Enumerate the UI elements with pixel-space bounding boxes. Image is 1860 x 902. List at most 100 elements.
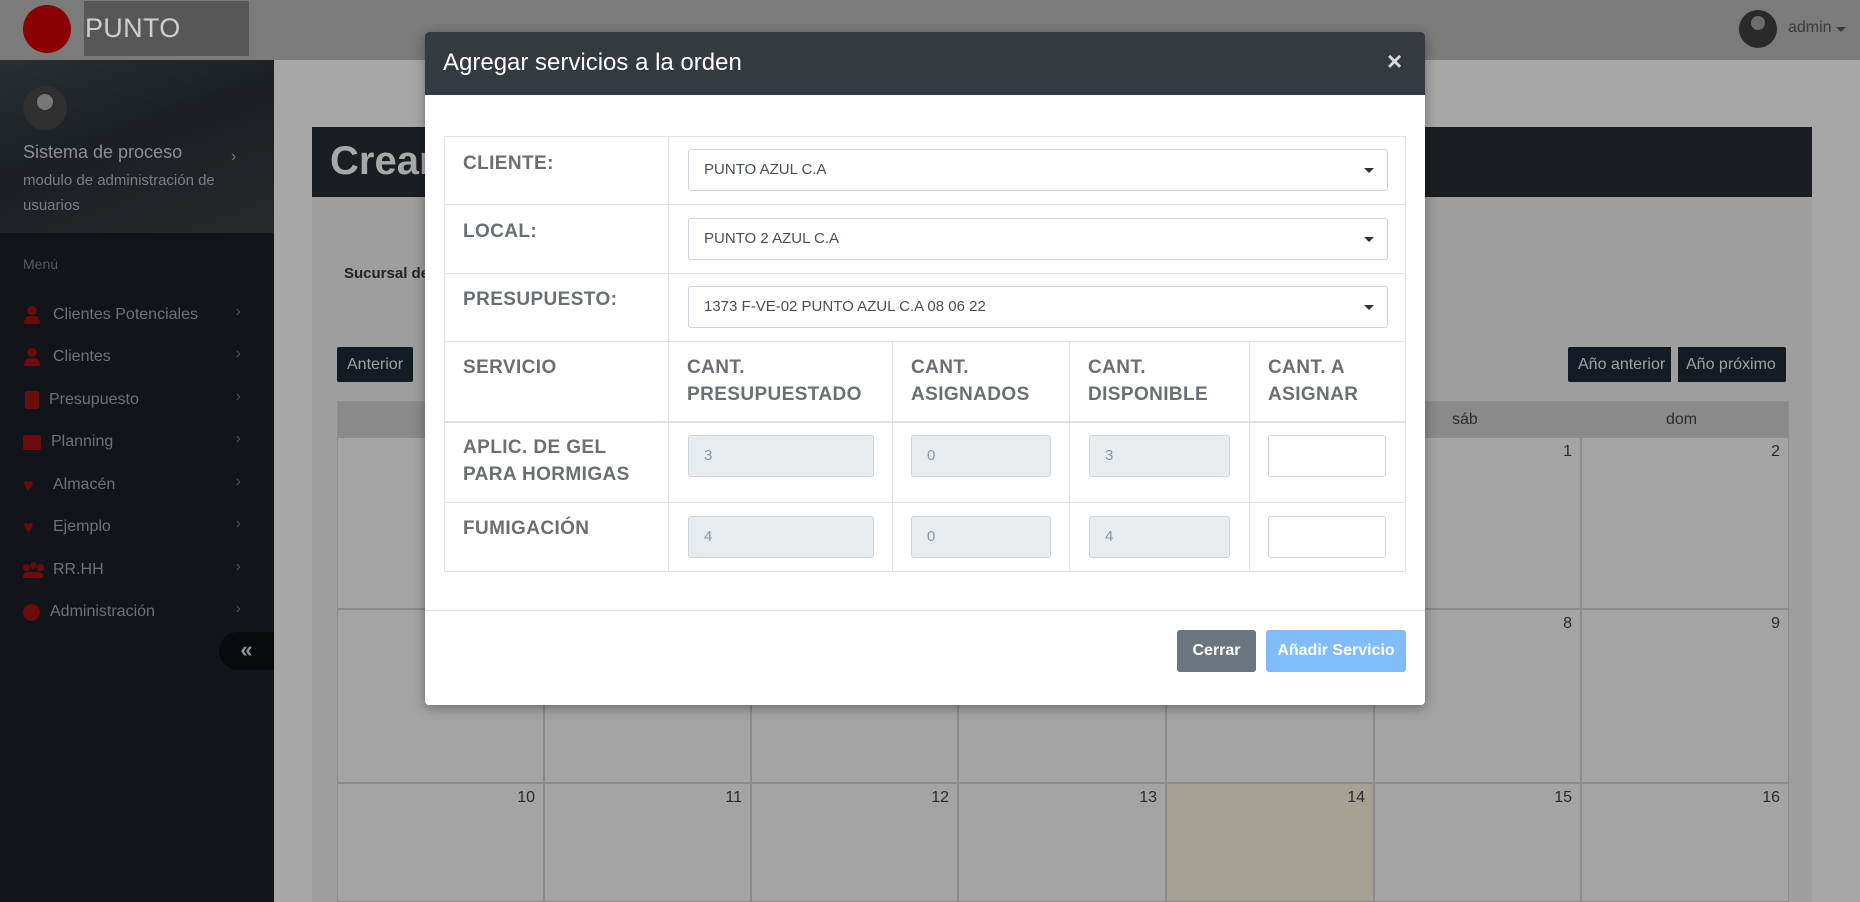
presupuesto-label: PRESUPUESTO:: [463, 289, 618, 310]
modal-footer-divider: [425, 610, 1425, 611]
cliente-label: CLIENTE:: [463, 153, 554, 174]
calendar-day-cell[interactable]: 2: [1581, 437, 1789, 609]
cant-a-asignar-input[interactable]: [1268, 516, 1386, 558]
calendar-day-cell[interactable]: 16: [1581, 783, 1789, 902]
chevron-right-icon: ›: [235, 515, 241, 532]
cant-a-asignar-input[interactable]: [1268, 435, 1386, 477]
chevron-right-icon: ›: [235, 600, 241, 617]
sidebar-item-label: Ejemplo: [53, 518, 111, 535]
next-year-button[interactable]: Año próximo: [1678, 347, 1786, 382]
add-services-modal: Agregar servicios a la orden × CLIENTE: …: [425, 32, 1425, 705]
sidebar-profile-header: Sistema de proceso › modulo de administr…: [0, 60, 274, 233]
chevron-right-icon: ›: [235, 303, 241, 320]
local-label: LOCAL:: [463, 221, 538, 242]
weekday-header: sáb: [1452, 411, 1478, 428]
cant-disponible-field: 3: [1089, 435, 1230, 477]
close-button[interactable]: Cerrar: [1177, 630, 1256, 672]
sidebar-item-label: Presupuesto: [49, 391, 139, 408]
column-header-cant-a-asignar: CANT. A ASIGNAR: [1268, 357, 1359, 405]
day-number: 9: [1771, 615, 1780, 632]
cant-asignados-field: 0: [911, 435, 1051, 477]
user-icon: [23, 306, 43, 324]
calendar-day-cell[interactable]: 13: [958, 783, 1166, 902]
calculator-icon: [25, 391, 39, 409]
chevron-right-icon[interactable]: ›: [231, 148, 236, 166]
chevron-right-icon: ›: [235, 345, 241, 362]
cant-presupuestado-field: 3: [688, 435, 874, 477]
page-title: Crear: [330, 139, 435, 183]
table-icon: [23, 434, 41, 450]
column-header-cant-presupuestado: CANT. PRESUPUESTADO: [687, 357, 862, 405]
sidebar-item-label: Clientes Potenciales: [53, 306, 198, 323]
chevron-right-icon: ›: [235, 558, 241, 575]
day-number: 1: [1563, 443, 1572, 460]
calendar-day-cell[interactable]: 11: [544, 783, 751, 902]
add-service-button[interactable]: Añadir Servicio: [1266, 630, 1406, 672]
services-form-table: CLIENTE: PUNTO AZUL C.A LOCAL: PUNTO 2 A…: [444, 136, 1406, 572]
weekday-header: dom: [1666, 411, 1698, 428]
heart-icon: ♥: [23, 475, 34, 495]
user-circle-icon: [23, 603, 40, 621]
caret-down-icon: [1364, 305, 1374, 310]
service-name: FUMIGACIÓN: [463, 518, 590, 539]
users-icon: [23, 561, 43, 579]
day-number: 8: [1563, 615, 1572, 632]
menu-section-label: Menú: [23, 256, 59, 272]
brand-name: PUNTO ROJO: [84, 1, 249, 98]
sidebar-item-clientes-potenciales[interactable]: Clientes Potenciales ›: [23, 301, 253, 329]
sidebar-item-label: Administración: [50, 603, 155, 620]
chevron-right-icon: ›: [235, 430, 241, 447]
previous-button[interactable]: Anterior: [337, 347, 414, 382]
sidebar: Sistema de proceso › modulo de administr…: [0, 60, 274, 902]
heart-icon: ♥: [23, 517, 34, 537]
user-menu-name[interactable]: admin: [1788, 19, 1832, 37]
local-select[interactable]: PUNTO 2 AZUL C.A: [688, 218, 1388, 260]
brand-logo-icon: [23, 5, 71, 53]
caret-down-icon: [1364, 168, 1374, 173]
calendar-day-cell[interactable]: 10: [337, 783, 544, 902]
cliente-selected-value: PUNTO AZUL C.A: [704, 161, 827, 178]
column-header-cant-disponible: CANT. DISPONIBLE: [1088, 357, 1209, 405]
calendar-day-cell[interactable]: 15: [1374, 783, 1581, 902]
calendar-day-cell[interactable]: 9: [1581, 609, 1789, 783]
sidebar-item-planning[interactable]: Planning ›: [23, 428, 253, 456]
day-number: 12: [931, 789, 949, 806]
modal-title: Agregar servicios a la orden: [443, 49, 742, 76]
sidebar-item-label: Clientes: [53, 348, 111, 365]
local-selected-value: PUNTO 2 AZUL C.A: [704, 230, 840, 247]
calendar-day-cell[interactable]: 12: [751, 783, 958, 902]
user-avatar[interactable]: [1739, 10, 1777, 48]
presupuesto-select[interactable]: 1373 F-VE-02 PUNTO AZUL C.A 08 06 22: [688, 286, 1388, 328]
day-number: 11: [725, 789, 742, 806]
service-name: APLIC. DE GEL PARA HORMIGAS: [463, 437, 630, 485]
chevron-right-icon: ›: [235, 473, 241, 490]
system-title[interactable]: Sistema de proceso: [23, 142, 182, 163]
sidebar-item-rrhh[interactable]: RR.HH ›: [23, 556, 253, 584]
column-header-cant-asignados: CANT. ASIGNADOS: [911, 357, 1030, 405]
sidebar-item-ejemplo[interactable]: ♥ Ejemplo ›: [23, 513, 253, 541]
sidebar-item-almacen[interactable]: ♥ Almacén ›: [23, 471, 253, 499]
sidebar-item-presupuesto[interactable]: Presupuesto ›: [23, 386, 253, 414]
sidebar-item-label: Almacén: [53, 476, 116, 493]
sidebar-item-label: RR.HH: [53, 561, 104, 578]
presupuesto-selected-value: 1373 F-VE-02 PUNTO AZUL C.A 08 06 22: [704, 298, 986, 315]
sidebar-item-clientes[interactable]: Clientes ›: [23, 343, 253, 371]
modal-header: Agregar servicios a la orden ×: [425, 32, 1425, 95]
cliente-select[interactable]: PUNTO AZUL C.A: [688, 149, 1388, 191]
day-number: 14: [1347, 789, 1365, 806]
calendar-day-cell-today[interactable]: 14: [1166, 783, 1374, 902]
day-number: 10: [517, 789, 535, 806]
column-header-servicio: SERVICIO: [463, 357, 557, 378]
previous-year-button[interactable]: Año anterior: [1568, 347, 1672, 382]
user-icon: [23, 348, 43, 366]
close-icon[interactable]: ×: [1387, 48, 1402, 74]
day-number: 2: [1771, 443, 1780, 460]
sidebar-collapse-button[interactable]: «: [219, 632, 274, 670]
cant-presupuestado-field: 4: [688, 516, 874, 558]
cant-asignados-field: 0: [911, 516, 1051, 558]
day-number: 16: [1762, 789, 1780, 806]
sidebar-item-administracion[interactable]: Administración ›: [23, 598, 253, 626]
caret-down-icon: [1364, 237, 1374, 242]
day-number: 13: [1139, 789, 1157, 806]
caret-down-icon[interactable]: [1836, 27, 1846, 32]
